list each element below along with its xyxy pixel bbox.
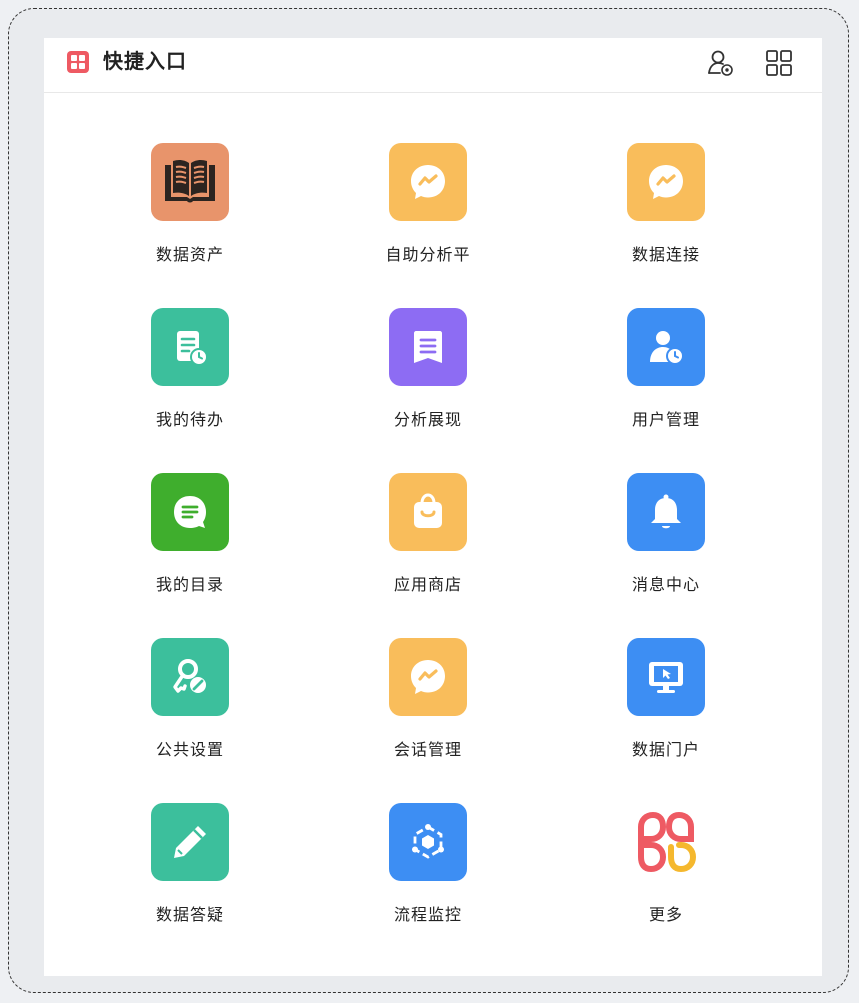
shortcut-label: 分析展现 <box>393 410 462 429</box>
shortcut-data-portal[interactable]: 数据门户 <box>566 638 766 760</box>
shortcut-label: 数据资产 <box>155 245 224 264</box>
shortcut-data-qa[interactable]: 数据答疑 <box>90 803 290 925</box>
apps-logo-icon <box>67 51 89 73</box>
document-list-icon <box>389 308 467 386</box>
shortcut-label: 会话管理 <box>393 740 462 759</box>
shortcut-label: 应用商店 <box>393 575 462 594</box>
task-clock-icon <box>151 308 229 386</box>
chart-bubble-icon <box>389 143 467 221</box>
shortcut-label: 消息中心 <box>631 575 700 594</box>
shortcut-my-todo[interactable]: 我的待办 <box>90 308 290 430</box>
bell-icon <box>627 473 705 551</box>
user-clock-icon <box>627 308 705 386</box>
shortcut-label: 更多 <box>648 905 683 924</box>
book-icon <box>151 143 229 221</box>
shortcut-message-center[interactable]: 消息中心 <box>566 473 766 595</box>
shortcut-label: 数据连接 <box>631 245 700 264</box>
shortcut-label: 流程监控 <box>393 905 462 924</box>
shortcut-label: 我的待办 <box>155 410 224 429</box>
grid-layout-icon[interactable] <box>762 46 796 80</box>
hexagon-network-icon <box>389 803 467 881</box>
pencil-icon <box>151 803 229 881</box>
shortcut-self-service-analytics[interactable]: 自助分析平 <box>328 143 528 265</box>
user-settings-icon[interactable] <box>704 46 738 80</box>
shopping-bag-icon <box>389 473 467 551</box>
shortcut-more[interactable]: 更多 <box>566 803 766 925</box>
more-petals-icon <box>627 803 705 881</box>
shortcut-analysis-display[interactable]: 分析展现 <box>328 308 528 430</box>
chart-bubble-icon <box>389 638 467 716</box>
shortcut-label: 数据答疑 <box>155 905 224 924</box>
shortcut-label: 我的目录 <box>155 575 224 594</box>
shortcut-public-settings[interactable]: 公共设置 <box>90 638 290 760</box>
shortcut-data-assets[interactable]: 数据资产 <box>90 143 290 265</box>
monitor-cursor-icon <box>627 638 705 716</box>
page-title: 快捷入口 <box>103 49 187 73</box>
shortcut-data-connection[interactable]: 数据连接 <box>566 143 766 265</box>
shortcut-user-management[interactable]: 用户管理 <box>566 308 766 430</box>
key-settings-icon <box>151 638 229 716</box>
quick-entry-panel: 快捷入口 数据资产 自助分析平 数据连接 我的待办 分析展现 用户管理 我的目录… <box>44 38 822 976</box>
shortcut-process-monitoring[interactable]: 流程监控 <box>328 803 528 925</box>
shortcut-label: 用户管理 <box>631 410 700 429</box>
shortcut-label: 数据门户 <box>631 740 700 759</box>
shortcut-label: 自助分析平 <box>385 245 471 264</box>
shortcut-app-store[interactable]: 应用商店 <box>328 473 528 595</box>
chart-bubble-icon <box>627 143 705 221</box>
panel-header: 快捷入口 <box>44 38 822 93</box>
shortcut-label: 公共设置 <box>155 740 224 759</box>
shortcut-my-catalog[interactable]: 我的目录 <box>90 473 290 595</box>
chat-lines-icon <box>151 473 229 551</box>
shortcut-session-management[interactable]: 会话管理 <box>328 638 528 760</box>
